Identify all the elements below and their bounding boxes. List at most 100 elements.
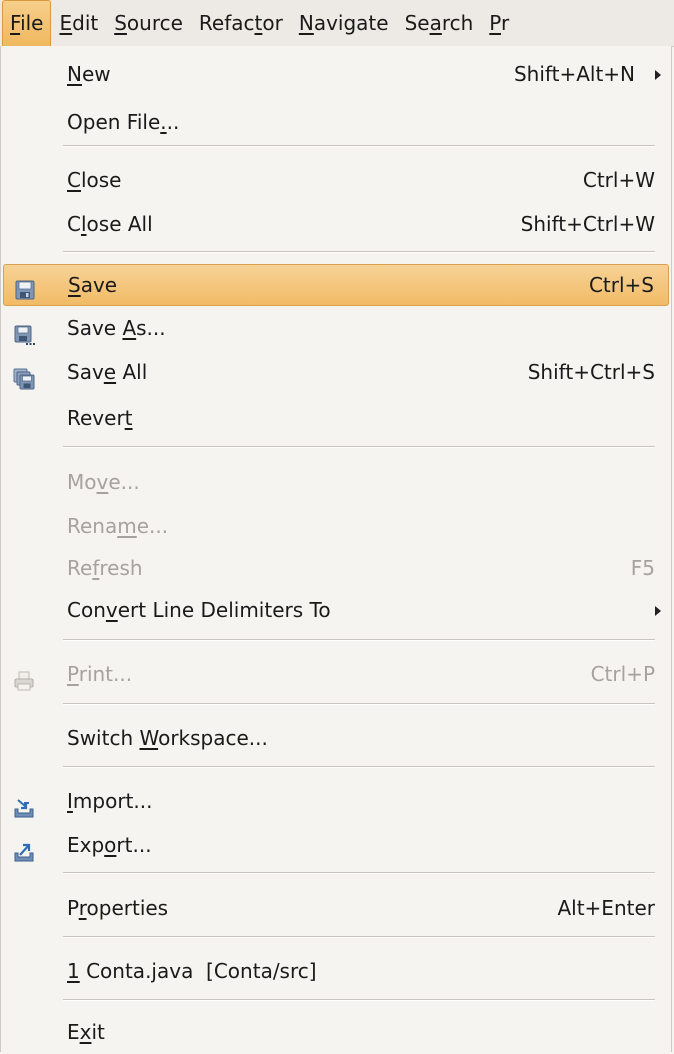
convert-label: Convert Line Delimiters To <box>67 588 331 632</box>
menu-separator <box>63 936 655 938</box>
revert-label: Revert <box>67 396 133 440</box>
menu-navigate-label-post: avigate <box>313 11 389 35</box>
switch-workspace-label: Switch Workspace... <box>67 716 268 760</box>
menu-source-mnemonic: S <box>114 11 127 35</box>
import-label: Import... <box>67 779 152 823</box>
menu-item-save[interactable]: Save Ctrl+S <box>3 264 669 306</box>
menu-source[interactable]: Source <box>106 1 191 45</box>
refresh-label: Refresh <box>67 546 143 590</box>
multiple-floppy-icon <box>13 361 35 390</box>
label-mnemonic: x <box>79 1020 92 1044</box>
close-shortcut: Ctrl+W <box>582 168 655 192</box>
menu-item-open-file[interactable]: Open File... <box>3 100 669 144</box>
label-part: e... <box>108 470 140 494</box>
label-mnemonic: e <box>103 360 117 384</box>
menubar: File Edit Source Refactor Navigate Searc… <box>0 0 674 47</box>
new-label: New <box>67 52 111 96</box>
label-part: mport... <box>72 789 153 813</box>
export-label: Export... <box>67 823 152 867</box>
label-mnemonic: m <box>117 514 137 538</box>
menu-item-close[interactable]: Close Ctrl+W <box>3 158 669 202</box>
menu-item-refresh[interactable]: Refresh F5 <box>3 546 669 590</box>
menu-item-new[interactable]: New Shift+Alt+N <box>3 52 669 96</box>
menu-separator <box>63 639 655 641</box>
exit-label: Exit <box>67 1010 105 1054</box>
save-shortcut: Ctrl+S <box>588 273 654 297</box>
label-part: Open File <box>67 110 161 134</box>
menu-item-print[interactable]: Print... Ctrl+P <box>3 652 669 696</box>
close-all-shortcut: Shift+Ctrl+W <box>520 212 655 236</box>
label-mnemonic: N <box>67 62 82 86</box>
label-mnemonic: S <box>68 273 81 297</box>
save-as-label: Save As... <box>67 306 166 350</box>
floppy-disk-dots-icon <box>13 317 35 345</box>
label-part: rt... <box>116 833 152 857</box>
menu-item-export[interactable]: Export... <box>3 823 669 867</box>
print-shortcut: Ctrl+P <box>590 662 655 686</box>
menu-item-switch-workspace[interactable]: Switch Workspace... <box>3 716 669 760</box>
label-part: Rever <box>67 406 125 430</box>
label-part: e... <box>136 514 169 538</box>
menu-separator <box>63 999 655 1001</box>
label-part: P <box>67 896 79 920</box>
new-shortcut: Shift+Alt+N <box>513 62 635 86</box>
label-part: ew <box>81 62 111 86</box>
file-menu-dropdown: New Shift+Alt+N Open File... Close Ctrl+… <box>0 46 672 1052</box>
label-part: Save <box>67 316 123 340</box>
menu-item-import[interactable]: Import... <box>3 779 669 823</box>
menu-item-exit[interactable]: Exit <box>3 1010 669 1054</box>
menu-item-close-all[interactable]: Close All Shift+Ctrl+W <box>3 202 669 246</box>
label-part: ave <box>80 273 118 297</box>
menu-file-mnemonic: F <box>10 11 21 35</box>
label-mnemonic: v <box>96 470 109 494</box>
label-mnemonic: o <box>104 833 117 857</box>
properties-label: Properties <box>67 886 168 930</box>
menu-separator <box>63 251 655 253</box>
menu-item-recent-file-1[interactable]: 1 Conta.java [Conta/src] <box>3 949 669 993</box>
floppy-disk-icon <box>14 274 36 300</box>
label-mnemonic: C <box>67 168 81 192</box>
menu-item-save-all[interactable]: Save All Shift+Ctrl+S <box>3 350 669 394</box>
menu-item-properties[interactable]: Properties Alt+Enter <box>3 886 669 930</box>
label-mnemonic: 1 <box>67 959 80 983</box>
menu-project-mnemonic: P <box>489 11 502 35</box>
menu-edit[interactable]: Edit <box>51 1 106 45</box>
label-mnemonic: A <box>122 316 137 340</box>
label-part: Exp <box>67 833 105 857</box>
export-tray-icon <box>13 834 35 862</box>
submenu-arrow-icon <box>655 606 661 616</box>
label-part: All <box>116 360 148 384</box>
menu-item-move[interactable]: Move... <box>3 460 669 504</box>
label-mnemonic: v <box>105 598 118 622</box>
refresh-shortcut: F5 <box>630 556 655 580</box>
label-part: ert Line Delimiters To <box>117 598 331 622</box>
label-mnemonic: t <box>124 406 133 430</box>
menu-search-mnemonic: a <box>429 11 442 35</box>
import-tray-icon <box>13 790 35 818</box>
menu-search[interactable]: Search <box>397 1 482 45</box>
menu-search-label-post: rch <box>441 11 474 35</box>
menu-refactor[interactable]: Refactor <box>191 1 291 45</box>
menu-item-rename[interactable]: Rename... <box>3 504 669 548</box>
menu-item-save-as[interactable]: Save As... <box>3 306 669 350</box>
menu-file-label-post: ile <box>20 11 44 35</box>
menu-project[interactable]: Pr <box>481 1 517 45</box>
menu-navigate-mnemonic: N <box>298 11 314 35</box>
menu-separator <box>63 446 655 448</box>
menu-file[interactable]: File <box>2 0 52 46</box>
menu-navigate[interactable]: Navigate <box>291 1 397 45</box>
label-mnemonic: r <box>78 896 87 920</box>
label-part: E <box>67 1020 80 1044</box>
menu-separator <box>63 766 655 768</box>
save-all-label: Save All <box>67 350 147 394</box>
label-part: .. <box>166 110 180 134</box>
label-part: orkspace... <box>158 726 268 750</box>
label-part: Rena <box>67 514 118 538</box>
menu-item-revert[interactable]: Revert <box>3 396 669 440</box>
label-part: Switch <box>67 726 140 750</box>
label-part: lose <box>80 168 122 192</box>
open-file-label: Open File... <box>67 100 179 144</box>
menu-separator <box>63 145 655 147</box>
menu-item-convert-line-delimiters[interactable]: Convert Line Delimiters To <box>3 588 669 632</box>
label-part: Con <box>67 598 106 622</box>
